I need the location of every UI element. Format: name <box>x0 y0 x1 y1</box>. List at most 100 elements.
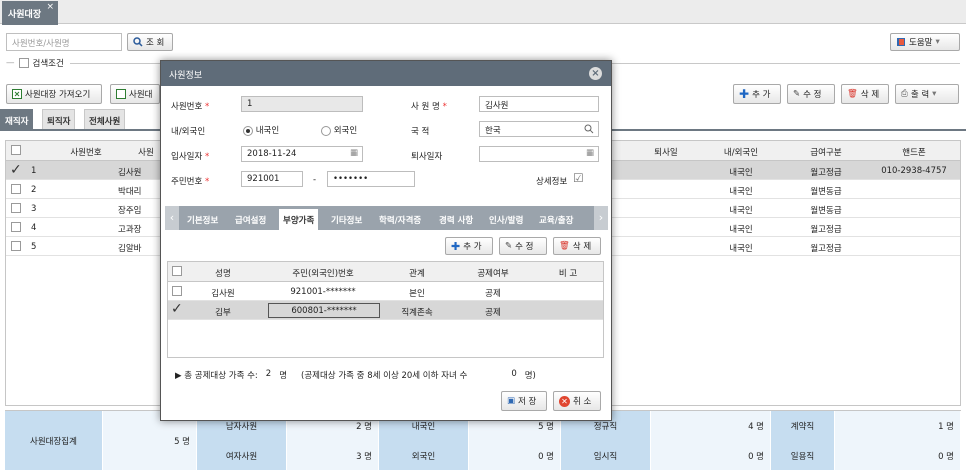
tab-career[interactable]: 경력 사항 <box>435 209 477 230</box>
tab-personnel[interactable]: 인사/발령 <box>485 209 527 230</box>
cell-name: 장주임 <box>118 206 142 216</box>
calendar-icon[interactable]: ▦ <box>586 148 594 158</box>
add-button[interactable]: ✚ 추 가 <box>733 84 781 104</box>
delete-button[interactable]: 🗑 삭 제 <box>841 84 889 104</box>
ledger-button[interactable]: 사원대 <box>110 84 160 104</box>
select-all-checkbox[interactable] <box>172 266 182 276</box>
foreign-label: 외국인 <box>379 441 469 470</box>
help-label: 도움말 <box>909 38 933 48</box>
checkmark-icon[interactable]: ✓ <box>10 162 22 178</box>
tab-other-info[interactable]: 기타정보 <box>327 209 366 230</box>
print-button[interactable]: ⎙ 출 력 ▾ <box>895 84 959 104</box>
cell-pay-type: 월고정급 <box>810 168 842 178</box>
import-ledger-button[interactable]: 사원대장 가져오기 <box>6 84 102 104</box>
close-icon[interactable]: × <box>46 2 54 12</box>
table-row[interactable]: ✓ 김부 600801-******* 직계존속 공제 <box>168 301 603 320</box>
cell-emp-no: 4 <box>31 223 37 233</box>
tab-education[interactable]: 학력/자격증 <box>375 209 425 230</box>
tab-retired-employees[interactable]: 퇴직자 <box>42 109 76 129</box>
detail-checkbox-icon[interactable]: ☑ <box>573 171 584 185</box>
header-note[interactable]: 비 고 <box>533 267 603 279</box>
cell-name: 박대리 <box>118 187 142 197</box>
save-button[interactable]: ▣ 저 장 <box>501 391 547 411</box>
resident-front-field[interactable]: 921001 <box>241 171 303 187</box>
cell-emp-no: 2 <box>31 185 37 195</box>
radio-icon[interactable] <box>243 125 253 136</box>
row-checkbox[interactable] <box>11 184 21 194</box>
header-domestic[interactable]: 내/외국인 <box>696 146 786 158</box>
header-pay-type[interactable]: 급여구분 <box>776 146 876 158</box>
select-all-checkbox[interactable] <box>11 145 21 155</box>
row-checkbox[interactable] <box>11 222 21 232</box>
search-condition-toggle[interactable]: — 검색조건 <box>6 57 64 69</box>
chevron-left-icon[interactable]: ‹ <box>165 206 179 230</box>
nationality-label: 내/외국인 <box>171 127 206 137</box>
cell-emp-no: 1 <box>31 166 37 176</box>
checkmark-icon[interactable]: ✓ <box>171 301 183 317</box>
tab-dependents[interactable]: 부양가족 <box>279 209 319 230</box>
import-icon <box>12 89 22 99</box>
printer-icon: ⎙ <box>901 89 908 99</box>
temp-value: 0 명 <box>651 441 771 470</box>
add-family-button[interactable]: ✚ 추 가 <box>445 237 493 255</box>
header-emp-no[interactable]: 사원번호 <box>46 146 126 158</box>
resident-back-field[interactable]: ••••••• <box>327 171 415 187</box>
search-icon[interactable] <box>584 124 594 134</box>
country-field[interactable]: 한국 <box>479 121 599 137</box>
chevron-right-icon[interactable]: › <box>594 206 608 230</box>
cancel-button[interactable]: ✕ 취 소 <box>553 391 601 411</box>
close-icon[interactable]: × <box>589 67 602 80</box>
tab-all-employees[interactable]: 전체사원 <box>84 109 126 129</box>
cell-domestic: 내국인 <box>729 244 753 254</box>
radio-icon[interactable] <box>321 125 331 136</box>
cell-pay-type: 월변동급 <box>810 206 842 216</box>
dependents-summary: ▶ 총 공제대상 가족 수: 2 명 (공제대상 가족 중 8세 이상 20세 … <box>175 369 536 381</box>
header-deduct[interactable]: 공제여부 <box>458 267 528 279</box>
dialog-title: 사원정보 <box>169 71 203 81</box>
header-family-name[interactable]: 성명 <box>188 267 258 279</box>
cell-emp-no: 3 <box>31 204 37 214</box>
tab-active-employees[interactable]: 재직자 <box>0 109 34 129</box>
condition-checkbox[interactable] <box>18 58 29 68</box>
edit-label: 수 정 <box>803 90 822 100</box>
cell-family-resident[interactable]: 600801-******* <box>268 303 380 318</box>
tab-employee-ledger[interactable]: 사원대장 × <box>2 1 58 25</box>
delete-family-button[interactable]: 🗑 삭 제 <box>553 237 601 255</box>
ledger-label: 사원대 <box>129 90 153 100</box>
cell-domestic: 내국인 <box>729 187 753 197</box>
header-relation[interactable]: 관계 <box>382 267 452 279</box>
resident-no-label: 주민번호 * <box>171 177 210 187</box>
foreign-radio[interactable]: 외국인 <box>321 124 357 136</box>
row-checkbox[interactable] <box>172 286 182 296</box>
domestic-radio[interactable]: 내국인 <box>243 124 279 136</box>
table-row[interactable]: 김사원 921001-******* 본인 공제 <box>168 282 603 301</box>
tab-label: 사원대장 <box>8 10 42 20</box>
plus-icon: ✚ <box>451 239 461 253</box>
edit-button[interactable]: ✎ 수 정 <box>787 84 835 104</box>
retire-date-field[interactable]: ▦ <box>479 146 599 162</box>
calendar-icon[interactable]: ▦ <box>350 148 358 158</box>
trash-icon: 🗑 <box>559 241 570 251</box>
row-checkbox[interactable] <box>11 203 21 213</box>
summary-count: 2 <box>265 369 272 379</box>
header-phone[interactable]: 핸드폰 <box>866 146 962 158</box>
header-family-resident[interactable]: 주민(외국인)번호 <box>268 267 378 279</box>
help-button[interactable]: 도움말 ▾ <box>890 33 960 51</box>
search-input[interactable]: 사원번호/사원명 <box>6 33 122 51</box>
cell-name: 김알바 <box>118 244 142 254</box>
cell-domestic: 내국인 <box>729 168 753 178</box>
row-checkbox[interactable] <box>11 241 21 251</box>
print-label: 출 력 <box>910 90 930 100</box>
hire-date-field[interactable]: 2018-11-24 ▦ <box>241 146 363 162</box>
emp-no-label: 사원번호 * <box>171 102 210 112</box>
edit-family-button[interactable]: ✎ 수 정 <box>499 237 547 255</box>
tab-pay-settings[interactable]: 급여설정 <box>231 209 270 230</box>
import-label: 사원대장 가져오기 <box>25 90 91 100</box>
name-field[interactable]: 김사원 <box>479 96 599 112</box>
tab-basic-info[interactable]: 기본정보 <box>183 209 222 230</box>
daily-value: 0 명 <box>835 441 961 470</box>
tab-training[interactable]: 교육/출장 <box>535 209 577 230</box>
emp-no-field[interactable]: 1 <box>241 96 363 112</box>
search-button[interactable]: 조 회 <box>127 33 173 51</box>
cell-name: 고과장 <box>118 225 142 235</box>
